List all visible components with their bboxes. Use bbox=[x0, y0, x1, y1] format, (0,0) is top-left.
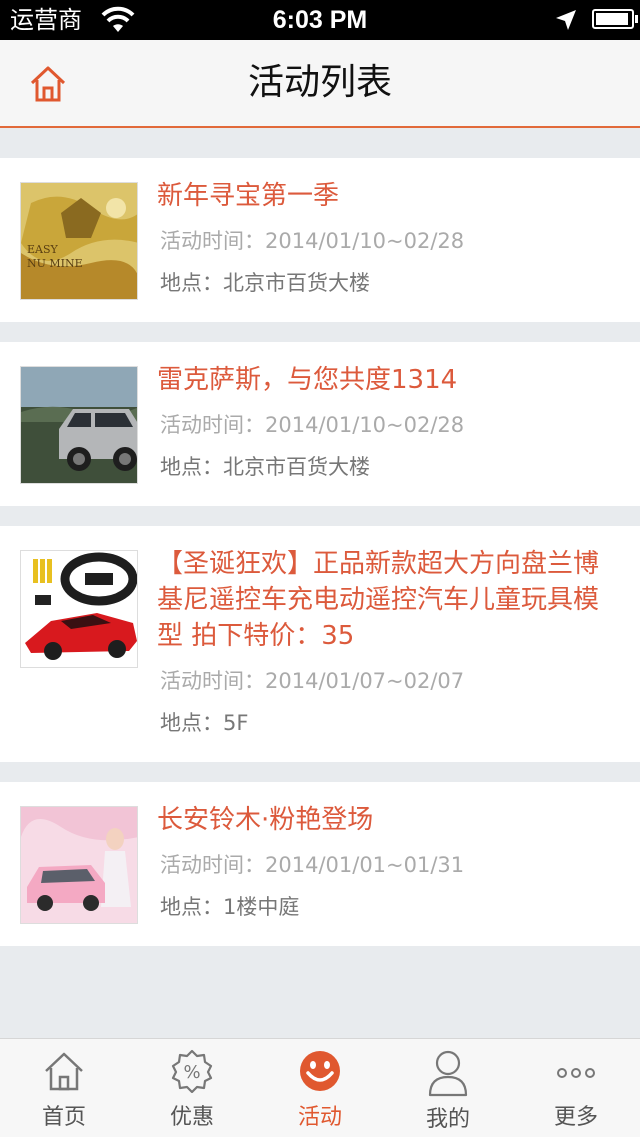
event-place: 地点：1楼中庭 bbox=[160, 892, 299, 922]
event-card[interactable]: 长安铃木·粉艳登场 活动时间：2014/01/01~01/31 地点：1楼中庭 bbox=[0, 782, 640, 946]
event-place-value: 北京市百货大楼 bbox=[223, 271, 370, 295]
tab-mine[interactable]: 我的 bbox=[384, 1039, 512, 1137]
event-thumbnail-pink-car bbox=[20, 806, 138, 924]
status-time: 6:03 PM bbox=[272, 6, 368, 34]
more-icon bbox=[557, 1068, 595, 1078]
event-time: 活动时间：2014/01/10~02/28 bbox=[160, 226, 464, 256]
event-time-label: 活动时间： bbox=[160, 413, 265, 437]
event-place-label: 地点： bbox=[160, 271, 223, 295]
tab-discount-label: 优惠 bbox=[169, 1105, 214, 1130]
event-time-label: 活动时间： bbox=[160, 229, 265, 253]
tab-mine-label: 我的 bbox=[425, 1107, 470, 1132]
event-place-value: 5F bbox=[223, 711, 249, 735]
event-time-value: 2014/01/10~02/28 bbox=[265, 413, 465, 437]
nav-bar: 活动列表 bbox=[0, 40, 640, 128]
svg-text:NU MINE: NU MINE bbox=[27, 257, 83, 270]
event-time: 活动时间：2014/01/01~01/31 bbox=[160, 850, 464, 880]
event-thumbnail-treasure-map: EASY NU MINE bbox=[20, 182, 138, 300]
event-place-label: 地点： bbox=[160, 895, 223, 919]
event-time-value: 2014/01/07~02/07 bbox=[265, 669, 465, 693]
status-bar: 运营商 6:03 PM bbox=[0, 0, 640, 40]
event-place: 地点：北京市百货大楼 bbox=[160, 452, 370, 482]
event-time: 活动时间：2014/01/10~02/28 bbox=[160, 410, 464, 440]
event-place-label: 地点： bbox=[160, 455, 223, 479]
person-icon bbox=[428, 1050, 468, 1097]
svg-text:EASY: EASY bbox=[27, 243, 59, 256]
page-title: 活动列表 bbox=[247, 62, 392, 103]
tab-home[interactable]: 首页 bbox=[0, 1039, 128, 1137]
event-card[interactable]: 【圣诞狂欢】正品新款超大方向盘兰博基尼遥控车充电动遥控汽车儿童玩具模型 拍下特价… bbox=[0, 526, 640, 762]
event-place: 地点：5F bbox=[160, 708, 248, 738]
event-place-value: 北京市百货大楼 bbox=[223, 455, 370, 479]
tab-bar: 首页 % 优惠 活动 我的 更多 bbox=[0, 1038, 640, 1137]
event-place: 地点：北京市百货大楼 bbox=[160, 268, 370, 298]
event-thumbnail-suv bbox=[20, 366, 138, 484]
tab-more-label: 更多 bbox=[553, 1105, 598, 1130]
event-time-value: 2014/01/10~02/28 bbox=[265, 229, 465, 253]
event-place-value: 1楼中庭 bbox=[223, 895, 300, 919]
event-time-label: 活动时间： bbox=[160, 669, 265, 693]
event-card[interactable]: EASY NU MINE 新年寻宝第一季 活动时间：2014/01/10~02/… bbox=[0, 158, 640, 322]
location-arrow-icon bbox=[556, 10, 576, 30]
tab-activity-label: 活动 bbox=[297, 1105, 342, 1130]
event-time-label: 活动时间： bbox=[160, 853, 265, 877]
tab-home-label: 首页 bbox=[41, 1105, 86, 1130]
event-time: 活动时间：2014/01/07~02/07 bbox=[160, 666, 464, 696]
smiley-icon bbox=[300, 1051, 340, 1091]
event-title[interactable]: 新年寻宝第一季 bbox=[157, 178, 607, 214]
discount-icon: % bbox=[171, 1049, 213, 1093]
tab-activity[interactable]: 活动 bbox=[256, 1039, 384, 1137]
event-card[interactable]: 雷克萨斯，与您共度1314 活动时间：2014/01/10~02/28 地点：北… bbox=[0, 342, 640, 506]
tab-more[interactable]: 更多 bbox=[512, 1039, 640, 1137]
home-icon bbox=[45, 1052, 83, 1091]
event-title[interactable]: 长安铃木·粉艳登场 bbox=[157, 802, 607, 838]
battery-icon bbox=[592, 9, 638, 29]
event-title[interactable]: 雷克萨斯，与您共度1314 bbox=[157, 362, 607, 398]
event-thumbnail-toy-car bbox=[20, 550, 138, 668]
event-time-value: 2014/01/01~01/31 bbox=[265, 853, 465, 877]
event-title[interactable]: 【圣诞狂欢】正品新款超大方向盘兰博基尼遥控车充电动遥控汽车儿童玩具模型 拍下特价… bbox=[157, 546, 607, 654]
event-place-label: 地点： bbox=[160, 711, 223, 735]
svg-text:%: % bbox=[183, 1062, 200, 1083]
tab-discount[interactable]: % 优惠 bbox=[128, 1039, 256, 1137]
